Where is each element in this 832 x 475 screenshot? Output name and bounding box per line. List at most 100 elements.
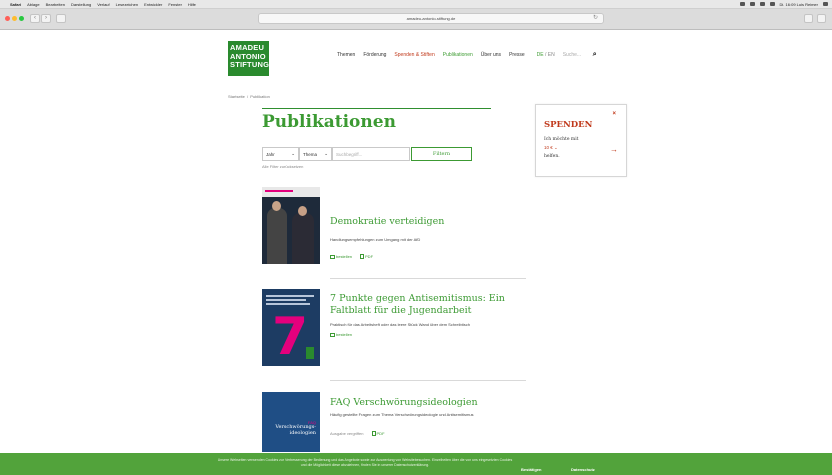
- search-icon[interactable]: ⌕: [593, 51, 597, 59]
- nav-item-presse[interactable]: Presse: [509, 52, 525, 58]
- item-divider: [330, 278, 526, 279]
- cover-header-band: [262, 187, 320, 197]
- lang-en-link[interactable]: EN: [548, 52, 555, 58]
- menubar-item[interactable]: Lesezeichen: [116, 2, 138, 7]
- search-term-input[interactable]: Suchbegriff...: [332, 147, 410, 161]
- menubar-item[interactable]: Hilfe: [188, 2, 196, 7]
- menubar-app-name[interactable]: Safari: [10, 2, 21, 7]
- status-icon[interactable]: [749, 2, 755, 6]
- nav-item-ueber-uns[interactable]: Über uns: [481, 52, 501, 58]
- mac-menubar: Safari Ablage Bearbeiten Darstellung Ver…: [0, 0, 832, 9]
- theme-select[interactable]: Thema ⌄: [299, 147, 332, 161]
- order-label: bestellen: [336, 332, 353, 337]
- cover-text-line: [266, 295, 314, 297]
- web-page: AMADEU ANTONIO STIFTUNG Themen Förderung…: [0, 30, 832, 475]
- publication-description: Häufig gestellte Fragen zum Thema Versch…: [330, 412, 474, 417]
- zoom-window-button[interactable]: [19, 16, 24, 21]
- document-icon: [360, 254, 365, 260]
- publication-description: Handlungsempfehlungen zum Umgang mit der…: [330, 237, 421, 242]
- pdf-link[interactable]: PDF: [360, 254, 374, 260]
- cover-title: Verschwörungs-ideologien: [275, 424, 316, 436]
- publication-cover[interactable]: FAQ Verschwörungs-ideologien: [262, 392, 320, 452]
- year-select[interactable]: Jahr ⌄: [262, 147, 299, 161]
- privacy-link[interactable]: Datenschutz: [571, 467, 595, 472]
- cookie-text: Unsere Webseiten verwenden Cookies zur V…: [217, 458, 513, 467]
- donate-text: helfen.: [544, 154, 560, 159]
- chevron-down-icon: ⌄: [324, 151, 328, 156]
- cookie-banner: Unsere Webseiten verwenden Cookies zur V…: [0, 453, 832, 475]
- menubar-item[interactable]: Entwickler: [144, 2, 162, 7]
- share-icon[interactable]: [804, 14, 813, 23]
- browser-toolbar: ‹ › amadeu-antonio-stiftung.de ↻: [0, 9, 832, 30]
- site-search-input[interactable]: Suche...: [563, 52, 585, 58]
- url-text: amadeu-antonio-stiftung.de: [406, 16, 456, 21]
- publication-actions: bestellen PDF: [330, 254, 374, 260]
- nav-item-themen[interactable]: Themen: [337, 52, 355, 58]
- breadcrumb-home-link[interactable]: Startseite: [228, 94, 245, 99]
- donate-amount-select[interactable]: 10 € ⌄: [544, 145, 558, 151]
- cover-photo-figure: [267, 208, 287, 264]
- cover-number: 7: [272, 307, 309, 367]
- back-button[interactable]: ‹: [30, 14, 40, 23]
- publication-title[interactable]: 7 Punkte gegen Antisemitismus: Ein Faltb…: [330, 293, 530, 316]
- reset-filters-link[interactable]: Alle Filter zurücksetzen: [262, 164, 303, 169]
- page-title: Publikationen: [262, 112, 396, 132]
- menubar-item[interactable]: Verlauf: [97, 2, 109, 7]
- pdf-link[interactable]: PDF: [371, 431, 385, 437]
- filter-button[interactable]: Filtern: [411, 147, 472, 161]
- address-bar[interactable]: amadeu-antonio-stiftung.de ↻: [258, 13, 604, 24]
- breadcrumb: Startseite / Publikation: [228, 94, 270, 99]
- item-divider: [330, 380, 526, 381]
- title-divider: [262, 108, 491, 109]
- publication-cover[interactable]: 7: [262, 289, 320, 366]
- envelope-icon: [330, 332, 335, 337]
- donate-text: Ich möchte mit: [544, 137, 579, 142]
- nav-item-publikationen[interactable]: Publikationen: [443, 52, 473, 58]
- close-window-button[interactable]: [5, 16, 10, 21]
- order-link[interactable]: bestellen: [330, 332, 352, 337]
- cookie-accept-button[interactable]: Bestätigen: [521, 467, 541, 472]
- out-of-stock-label: Ausgabe vergriffen: [330, 431, 364, 436]
- spotlight-icon[interactable]: [823, 2, 828, 6]
- pdf-label: PDF: [376, 431, 385, 436]
- close-icon[interactable]: ×: [612, 111, 616, 117]
- battery-icon[interactable]: [769, 2, 775, 6]
- toolbar-right-buttons: [804, 14, 826, 23]
- document-icon: [371, 431, 376, 437]
- publication-cover[interactable]: [262, 187, 320, 264]
- menubar-clock[interactable]: Di. 16:09 Luis Reimer: [780, 2, 818, 7]
- site-logo[interactable]: AMADEU ANTONIO STIFTUNG: [228, 41, 269, 76]
- donate-amount-value: 10 €: [544, 145, 553, 150]
- main-navigation: Themen Förderung Spenden & Stiften Publi…: [337, 51, 597, 59]
- menubar-item[interactable]: Bearbeiten: [46, 2, 65, 7]
- forward-button[interactable]: ›: [41, 14, 51, 23]
- status-icon[interactable]: [739, 2, 745, 6]
- year-select-value: Jahr: [266, 151, 275, 157]
- theme-select-value: Thema: [303, 151, 318, 157]
- minimize-window-button[interactable]: [12, 16, 17, 21]
- menubar-item[interactable]: Fenster: [168, 2, 182, 7]
- breadcrumb-current: Publikation: [250, 94, 270, 99]
- publication-title[interactable]: FAQ Verschwörungsideologien: [330, 397, 530, 409]
- order-link[interactable]: bestellen: [330, 254, 352, 259]
- nav-item-spenden[interactable]: Spenden & Stiften: [394, 52, 434, 58]
- lang-de-link[interactable]: DE: [537, 52, 544, 58]
- nav-item-foerderung[interactable]: Förderung: [363, 52, 386, 58]
- publication-title[interactable]: Demokratie verteidigen: [330, 216, 530, 228]
- reload-icon[interactable]: ↻: [593, 14, 598, 23]
- pdf-label: PDF: [365, 254, 374, 259]
- language-switcher: DE / EN: [537, 52, 555, 58]
- arrow-right-icon[interactable]: →: [610, 145, 618, 154]
- chevron-down-icon: ⌄: [291, 151, 295, 156]
- menubar-item[interactable]: Ablage: [27, 2, 39, 7]
- cover-photo-figure: [298, 206, 307, 216]
- order-label: bestellen: [336, 254, 353, 259]
- sidebar-toggle-icon[interactable]: [56, 14, 66, 23]
- cover-text-line: [266, 299, 306, 301]
- donate-widget: × SPENDEN Ich möchte mit 10 € ⌄ helfen. …: [535, 104, 627, 177]
- new-tab-icon[interactable]: [817, 14, 826, 23]
- cover-logo-strip: [306, 347, 314, 359]
- menubar-item[interactable]: Darstellung: [71, 2, 91, 7]
- cover-photo-figure: [292, 213, 314, 264]
- wifi-icon[interactable]: [759, 2, 765, 6]
